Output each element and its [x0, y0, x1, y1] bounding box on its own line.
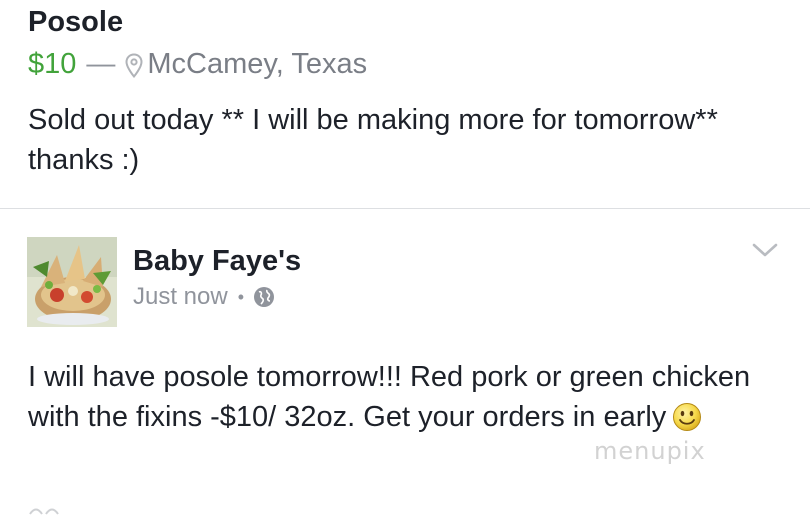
post-text: I will have posole tomorrow!!! Red pork …: [28, 361, 751, 433]
reaction-icon: [28, 503, 68, 515]
smiley-face-icon: [672, 402, 702, 432]
globe-icon[interactable]: [253, 286, 275, 308]
watermark: menupix: [594, 437, 706, 465]
listing-title: Posole: [28, 6, 124, 38]
chevron-down-icon[interactable]: [750, 239, 780, 261]
meta-separator: —: [86, 48, 116, 80]
listing-description: Sold out today ** I will be making more …: [28, 104, 718, 176]
post-card: Baby Faye's Just now • I will have posol…: [0, 209, 810, 522]
author-name[interactable]: Baby Faye's: [133, 243, 301, 279]
meta-dot: •: [237, 286, 245, 307]
map-pin-icon: [125, 51, 143, 79]
post-timestamp[interactable]: Just now: [133, 283, 228, 311]
post-body: I will have posole tomorrow!!! Red pork …: [28, 357, 788, 437]
marketplace-listing: Posole $10 — McCamey, Texas Sold out tod…: [0, 0, 810, 208]
listing-price: $10: [28, 48, 77, 80]
listing-location[interactable]: McCamey, Texas: [147, 45, 367, 83]
author-avatar[interactable]: [27, 237, 117, 327]
post-meta: Just now •: [133, 281, 275, 313]
food-photo-avatar: [27, 237, 117, 327]
listing-meta: $10 — McCamey, Texas: [28, 45, 367, 83]
